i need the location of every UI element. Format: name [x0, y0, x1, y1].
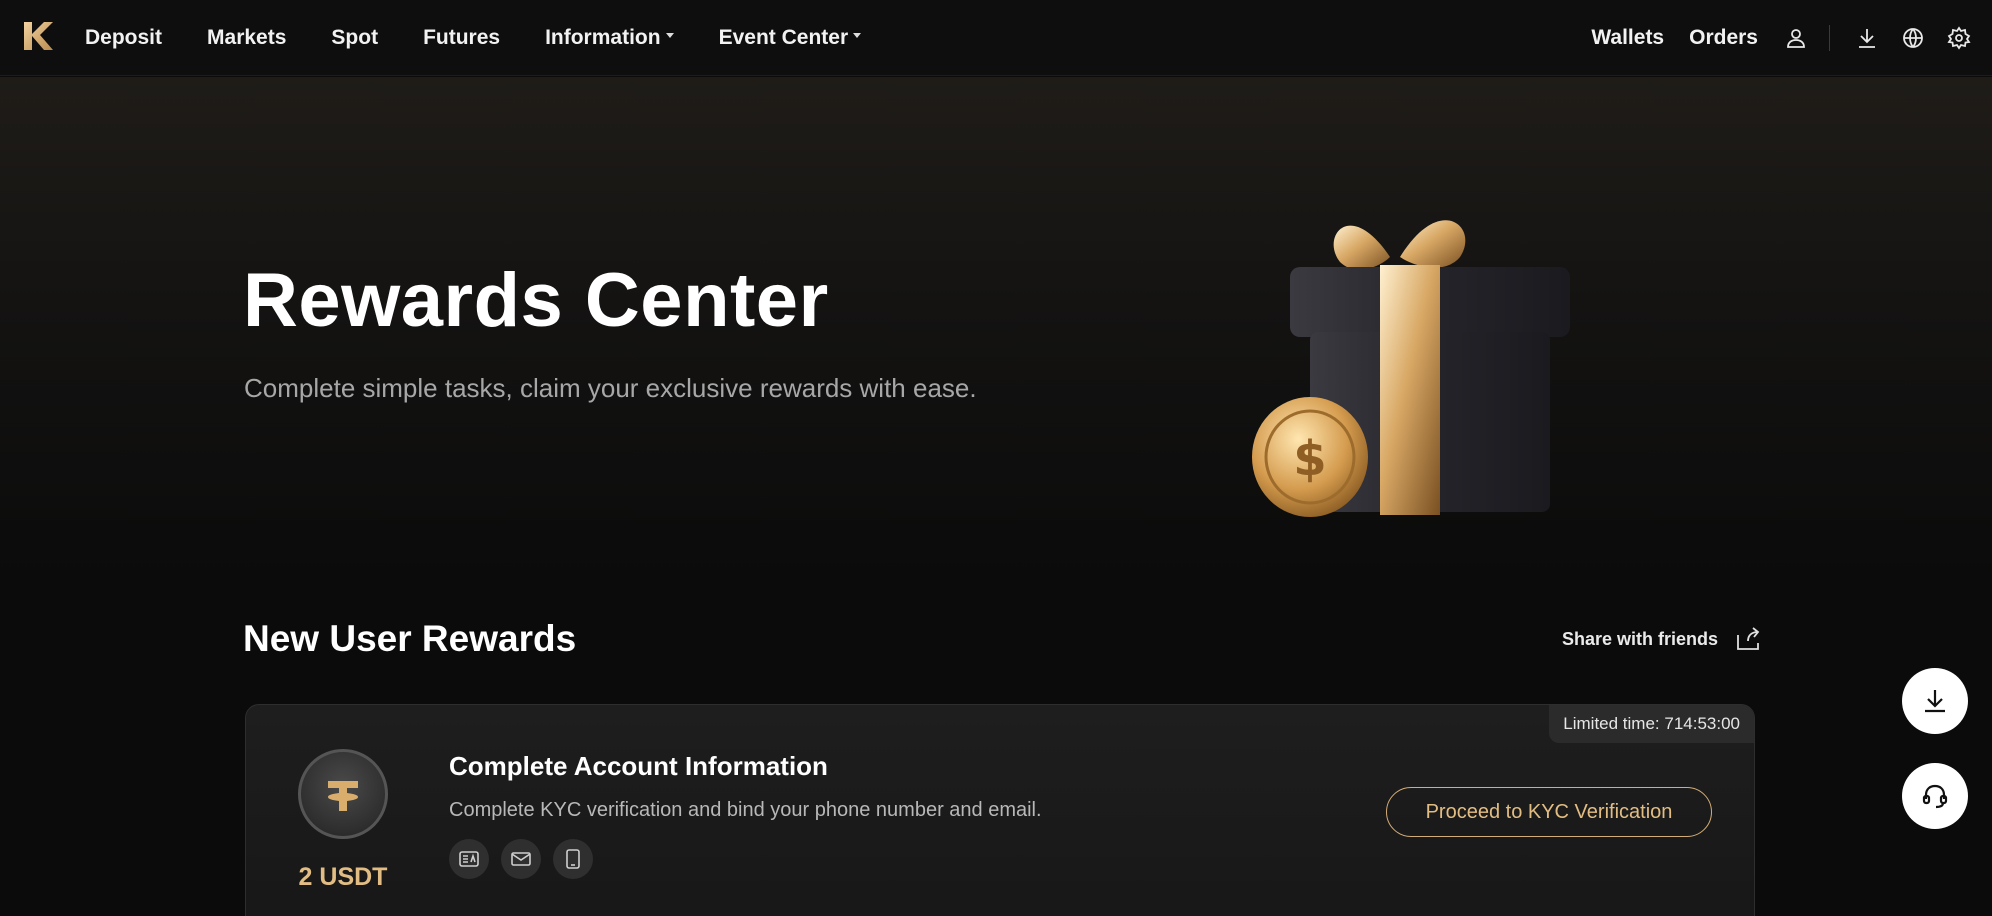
nav-deposit[interactable]: Deposit	[85, 26, 162, 50]
proceed-kyc-button[interactable]: Proceed to KYC Verification	[1386, 787, 1712, 837]
nav-spot[interactable]: Spot	[331, 26, 378, 50]
share-icon	[1737, 627, 1760, 650]
usdt-coin-icon	[298, 749, 388, 839]
nav-deposit-label: Deposit	[85, 26, 163, 49]
hero-banner: Rewards Center Complete simple tasks, cl…	[0, 77, 1992, 577]
download-icon	[1925, 690, 1945, 713]
phone-icon	[553, 839, 593, 879]
logo-icon[interactable]	[20, 18, 56, 54]
mail-icon	[501, 839, 541, 879]
page-title: Rewards Center	[243, 258, 829, 343]
task-description: Complete KYC verification and bind your …	[449, 799, 1042, 821]
nav-divider	[1829, 25, 1830, 51]
task-title: Complete Account Information	[449, 751, 828, 781]
task-card: Limited time: 714:53:00 2 USDT Complete …	[245, 704, 1755, 916]
share-label: Share with friends	[1562, 628, 1719, 649]
floating-download-button[interactable]	[1902, 668, 1968, 734]
task-requirement-icons	[449, 839, 605, 879]
limited-time-badge: Limited time: 714:53:00	[1549, 705, 1754, 743]
nav-futures-label: Futures	[423, 26, 501, 49]
globe-icon[interactable]	[1900, 25, 1926, 51]
svg-text:$: $	[1293, 431, 1326, 487]
nav-event-center[interactable]: Event Center	[719, 26, 862, 50]
nav-markets-label: Markets	[207, 26, 287, 49]
download-icon[interactable]	[1854, 25, 1880, 51]
gear-icon[interactable]	[1946, 25, 1972, 51]
nav-event-center-label: Event Center	[718, 26, 849, 49]
support-chat-button[interactable]	[1902, 763, 1968, 829]
nav-markets[interactable]: Markets	[207, 26, 286, 50]
top-navbar: Deposit Markets Spot Futures Information…	[0, 0, 1992, 76]
nav-information[interactable]: Information	[545, 26, 674, 50]
nav-futures[interactable]: Futures	[423, 26, 500, 50]
account-menu: Wallets Orders	[1591, 0, 1992, 76]
reward-amount: 2 USDT	[298, 863, 388, 891]
nav-wallets[interactable]: Wallets	[1591, 26, 1664, 50]
main-menu: Deposit Markets Spot Futures Information…	[85, 0, 906, 76]
id-card-icon	[449, 839, 489, 879]
nav-information-label: Information	[545, 26, 661, 49]
page-subtitle: Complete simple tasks, claim your exclus…	[244, 373, 977, 403]
section-title: New User Rewards	[243, 618, 577, 659]
nav-spot-label: Spot	[331, 26, 379, 49]
caret-down-icon	[665, 32, 674, 38]
nav-orders[interactable]: Orders	[1689, 26, 1758, 50]
gift-illustration: $	[1252, 220, 1570, 517]
caret-down-icon	[853, 32, 862, 38]
user-icon[interactable]	[1783, 25, 1809, 51]
headset-icon	[1922, 784, 1948, 809]
share-with-friends-link[interactable]: Share with friends	[1562, 625, 1762, 653]
